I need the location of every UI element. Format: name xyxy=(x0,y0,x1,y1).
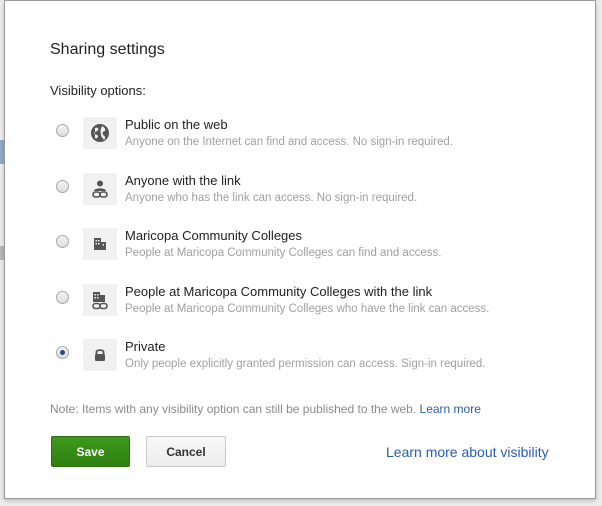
publish-note-text: Note: Items with any visibility option c… xyxy=(50,402,417,416)
building-icon xyxy=(83,228,117,260)
option-title: Public on the web xyxy=(125,117,228,132)
option-description: Only people explicitly granted permissio… xyxy=(125,358,486,370)
radio-domain[interactable] xyxy=(56,235,69,248)
visibility-options-label: Visibility options: xyxy=(50,83,146,98)
learn-more-about-visibility-link[interactable]: Learn more about visibility xyxy=(386,444,549,460)
learn-more-link[interactable]: Learn more xyxy=(420,402,481,416)
lock-icon xyxy=(83,339,117,371)
sharing-settings-dialog: Sharing settings Visibility options: Pub… xyxy=(4,0,596,499)
radio-anyone-with-link[interactable] xyxy=(56,180,69,193)
radio-private[interactable] xyxy=(56,346,69,359)
option-title: Anyone with the link xyxy=(125,173,241,188)
globe-icon xyxy=(83,117,117,149)
radio-domain-with-link[interactable] xyxy=(56,291,69,304)
cancel-button[interactable]: Cancel xyxy=(146,436,226,467)
option-description: People at Maricopa Community Colleges wh… xyxy=(125,303,490,315)
radio-public-on-web[interactable] xyxy=(56,124,69,137)
building-link-icon xyxy=(83,284,117,316)
option-description: People at Maricopa Community Colleges ca… xyxy=(125,247,442,259)
publish-note: Note: Items with any visibility option c… xyxy=(50,402,481,416)
option-domain-with-link[interactable]: People at Maricopa Community Colleges wi… xyxy=(50,284,570,328)
option-domain[interactable]: Maricopa Community Colleges People at Ma… xyxy=(50,228,570,272)
dialog-title: Sharing settings xyxy=(50,41,165,58)
option-title: Private xyxy=(125,339,166,354)
option-title: People at Maricopa Community Colleges wi… xyxy=(125,284,433,299)
option-description: Anyone on the Internet can find and acce… xyxy=(125,136,453,148)
person-link-icon xyxy=(83,173,117,205)
save-button[interactable]: Save xyxy=(51,436,130,467)
option-private[interactable]: Private Only people explicitly granted p… xyxy=(50,339,570,383)
option-description: Anyone who has the link can access. No s… xyxy=(125,192,418,204)
option-public-on-web[interactable]: Public on the web Anyone on the Internet… xyxy=(50,117,570,161)
option-anyone-with-link[interactable]: Anyone with the link Anyone who has the … xyxy=(50,173,570,217)
option-title: Maricopa Community Colleges xyxy=(125,228,303,243)
